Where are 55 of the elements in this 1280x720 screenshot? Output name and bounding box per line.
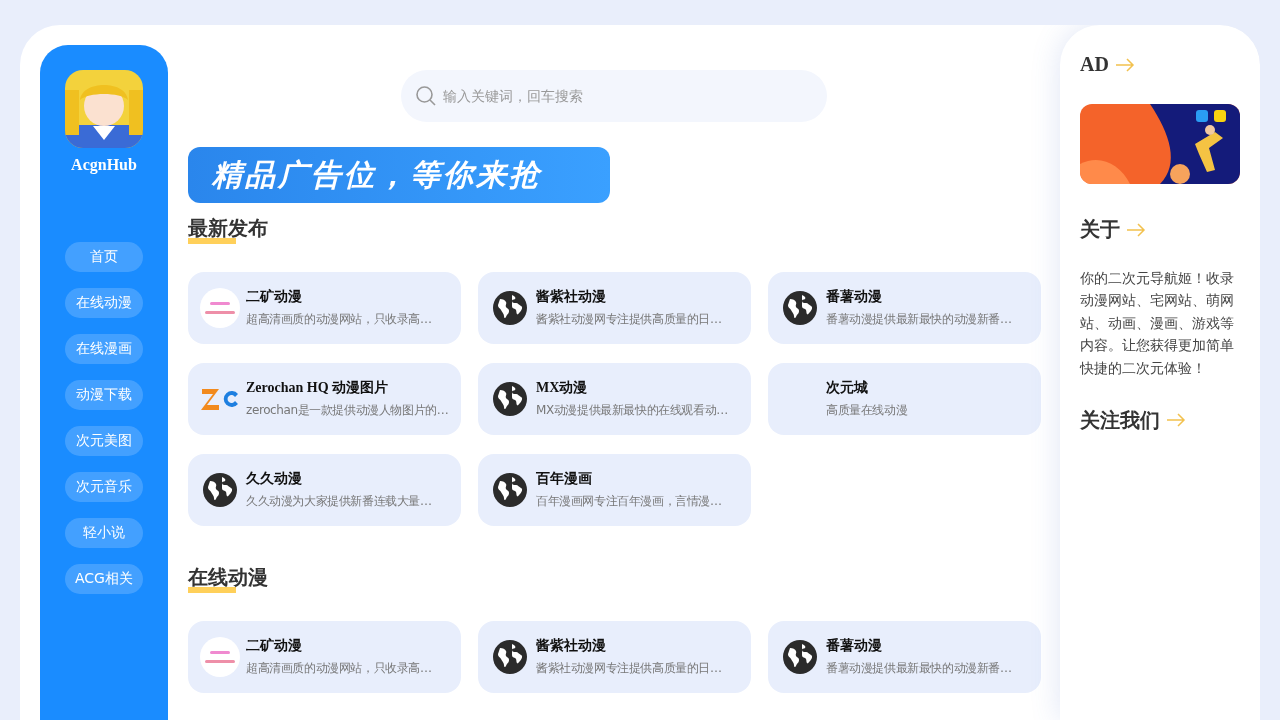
site-card[interactable]: 酱紫社动漫 酱紫社动漫网专注提供高质量的日… <box>478 272 751 344</box>
globe-icon <box>492 290 528 326</box>
site-description: 超高清画质的动漫网站，只收录高… <box>246 660 432 677</box>
search-field[interactable]: 输入关键词，回车搜索 <box>401 70 827 122</box>
site-name: 次元城 <box>826 379 869 397</box>
site-name: 久久动漫 <box>246 470 303 488</box>
heading-text: 关于 <box>1080 217 1120 242</box>
site-name: MX动漫 <box>536 379 589 397</box>
site-name: Zerochan HQ 动漫图片 <box>246 379 390 397</box>
site-name: 二矿动漫 <box>246 637 303 655</box>
site-card[interactable]: 番薯动漫 番薯动漫提供最新最快的动漫新番… <box>768 621 1041 693</box>
site-card[interactable]: 次元城 高质量在线动漫 <box>768 363 1041 435</box>
section-title: 在线动漫 <box>188 564 268 593</box>
site-description: 久久动漫为大家提供新番连载大量… <box>246 493 432 510</box>
site-card[interactable]: 二矿动漫 超高清画质的动漫网站，只收录高… <box>188 272 461 344</box>
site-description: MX动漫提供最新最快的在线观看动… <box>536 402 728 419</box>
site-name: 番薯动漫 <box>826 637 883 655</box>
site-name: 番薯动漫 <box>826 288 883 306</box>
site-card[interactable]: 百年漫画 百年漫画网专注百年漫画，言情漫… <box>478 454 751 526</box>
site-description: 酱紫社动漫网专注提供高质量的日… <box>536 660 722 677</box>
arrow-icon <box>1114 57 1135 72</box>
site-name: 酱紫社动漫 <box>536 288 607 306</box>
section-title: 最新发布 <box>188 215 268 244</box>
logo-icon <box>200 637 240 677</box>
site-name: 酱紫社动漫 <box>536 637 607 655</box>
site-description: 番薯动漫提供最新最快的动漫新番… <box>826 660 1012 677</box>
globe-icon <box>492 639 528 675</box>
about-text: 你的二次元导航姬！收录动漫网站、宅网站、萌网站、动画、漫画、游戏等内容。让您获得更加简单快捷的二次元体验！ <box>1080 269 1235 378</box>
globe-icon <box>492 472 528 508</box>
site-name: 二矿动漫 <box>246 288 303 306</box>
logo-icon <box>200 288 240 328</box>
site-description: zerochan是一款提供动漫人物图片的… <box>246 402 449 419</box>
site-description: 高质量在线动漫 <box>826 402 908 419</box>
site-card[interactable]: 番薯动漫 番薯动漫提供最新最快的动漫新番… <box>768 272 1041 344</box>
globe-icon <box>782 639 818 675</box>
site-name: AcgnHub <box>71 156 137 174</box>
heading-text: 关注我们 <box>1080 407 1160 433</box>
site-card[interactable]: 久久动漫 久久动漫为大家提供新番连载大量… <box>188 454 461 526</box>
globe-icon <box>782 290 818 326</box>
search-icon <box>415 85 437 107</box>
arrow-icon <box>1166 413 1186 428</box>
banner-text: 精品广告位，等你来抢 <box>212 155 542 194</box>
site-card[interactable]: 二矿动漫 超高清画质的动漫网站，只收录高… <box>188 621 461 693</box>
site-description: 番薯动漫提供最新最快的动漫新番… <box>826 311 1012 328</box>
site-description: 酱紫社动漫网专注提供高质量的日… <box>536 311 722 328</box>
globe-icon <box>492 381 528 417</box>
heading-text: AD <box>1080 53 1109 76</box>
site-card[interactable]: MX动漫 MX动漫提供最新最快的在线观看动… <box>478 363 751 435</box>
site-description: 百年漫画网专注百年漫画，言情漫… <box>536 493 722 510</box>
site-description: 超高清画质的动漫网站，只收录高… <box>246 311 432 328</box>
site-card[interactable]: Zerochan HQ 动漫图片 zerochan是一款提供动漫人物图片的… <box>188 363 461 435</box>
site-card[interactable]: 酱紫社动漫 酱紫社动漫网专注提供高质量的日… <box>478 621 751 693</box>
globe-icon <box>202 472 238 508</box>
site-name: 百年漫画 <box>536 470 593 488</box>
arrow-icon <box>1126 222 1146 237</box>
